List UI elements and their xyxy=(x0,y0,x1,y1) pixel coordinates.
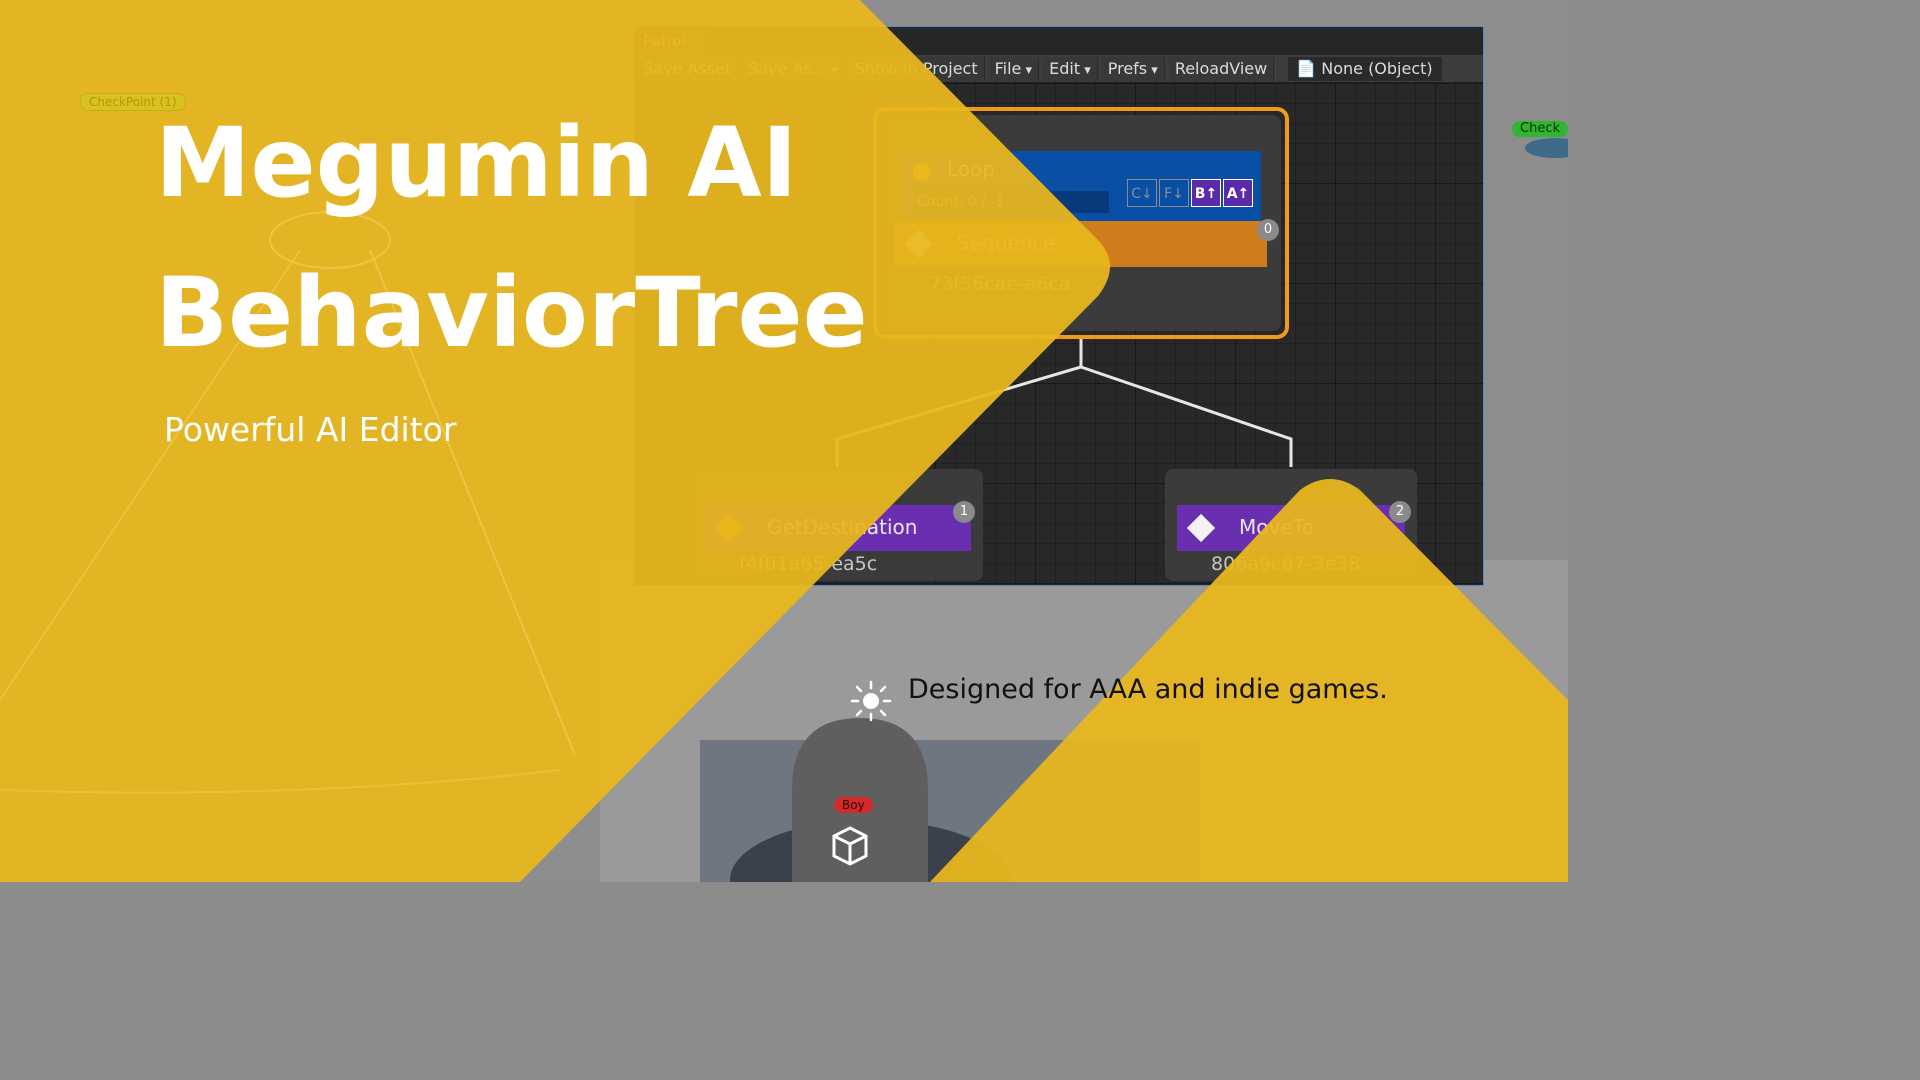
loop-count-text: Count: 0 / -1 xyxy=(917,194,1005,210)
move-to-guid: 806a9c87-3e38 xyxy=(1211,553,1361,575)
move-to-title: MoveTo xyxy=(1239,515,1314,539)
sequence-index-badge: 0 xyxy=(1257,219,1279,241)
status-dot-icon xyxy=(913,163,931,181)
sequence-guid: 73f56cae-a6ca xyxy=(929,273,1071,295)
get-destination-index-badge: 1 xyxy=(953,501,975,523)
move-to-header: MoveTo xyxy=(1177,505,1405,551)
abort-flag-c[interactable]: C↓ xyxy=(1127,179,1157,207)
subtitle: Powerful AI Editor xyxy=(164,410,457,449)
move-to-index-badge: 2 xyxy=(1389,501,1411,523)
get-destination-title: GetDestination xyxy=(767,515,918,539)
abort-flag-b[interactable]: B↑ xyxy=(1191,179,1221,207)
move-to-node[interactable]: MoveTo 806a9c87-3e38 2 xyxy=(1165,469,1417,581)
get-destination-header: GetDestination xyxy=(705,505,971,551)
agent-label: Boy xyxy=(834,797,873,813)
title-line-1: Megumin AI xyxy=(155,107,798,219)
loop-title: Loop xyxy=(947,157,995,181)
tagline: Designed for AAA and indie games. xyxy=(908,674,1388,705)
get-destination-node[interactable]: GetDestination f4f01a65-ea5c 1 xyxy=(693,469,983,581)
sequence-node[interactable]: Loop Count: 0 / -1 C↓ F↓ B↑ A↑ Sequence 73f… xyxy=(881,115,1281,331)
page-title: Megumin AI BehaviorTree xyxy=(155,88,868,388)
diamond-icon xyxy=(714,513,744,543)
sequence-header[interactable]: Sequence xyxy=(895,221,1267,267)
abort-flags: C↓ F↓ B↑ A↑ xyxy=(1125,179,1253,207)
diamond-icon xyxy=(1186,513,1216,543)
sun-icon xyxy=(850,680,892,722)
abort-flag-f[interactable]: F↓ xyxy=(1159,179,1189,207)
title-line-2: BehaviorTree xyxy=(155,257,868,369)
diamond-icon xyxy=(904,229,934,259)
get-destination-guid: f4f01a65-ea5c xyxy=(739,553,878,575)
abort-flag-a[interactable]: A↑ xyxy=(1223,179,1253,207)
loop-count: Count: 0 / -1 xyxy=(915,191,1109,213)
cube-icon xyxy=(832,826,868,866)
sequence-title: Sequence xyxy=(957,231,1056,255)
loop-decorator[interactable]: Loop Count: 0 / -1 C↓ F↓ B↑ A↑ xyxy=(901,151,1261,221)
checkpoint-right-label: Check xyxy=(1512,121,1568,137)
